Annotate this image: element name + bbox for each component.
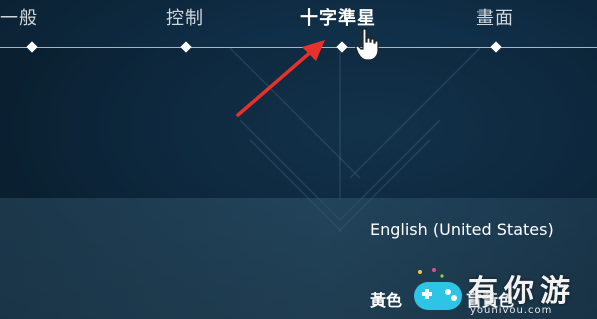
option-english[interactable]: English (United States) [370, 220, 554, 239]
watermark-url: younivou.com [470, 305, 553, 316]
option-yellow[interactable]: 黃色 [370, 287, 402, 311]
watermark-brand: 有你游 [468, 274, 576, 309]
settings-screen: 一般 控制 十字準星 畫面 English (United States) 黃色… [0, 0, 597, 319]
hand-pointer-icon [355, 28, 379, 61]
